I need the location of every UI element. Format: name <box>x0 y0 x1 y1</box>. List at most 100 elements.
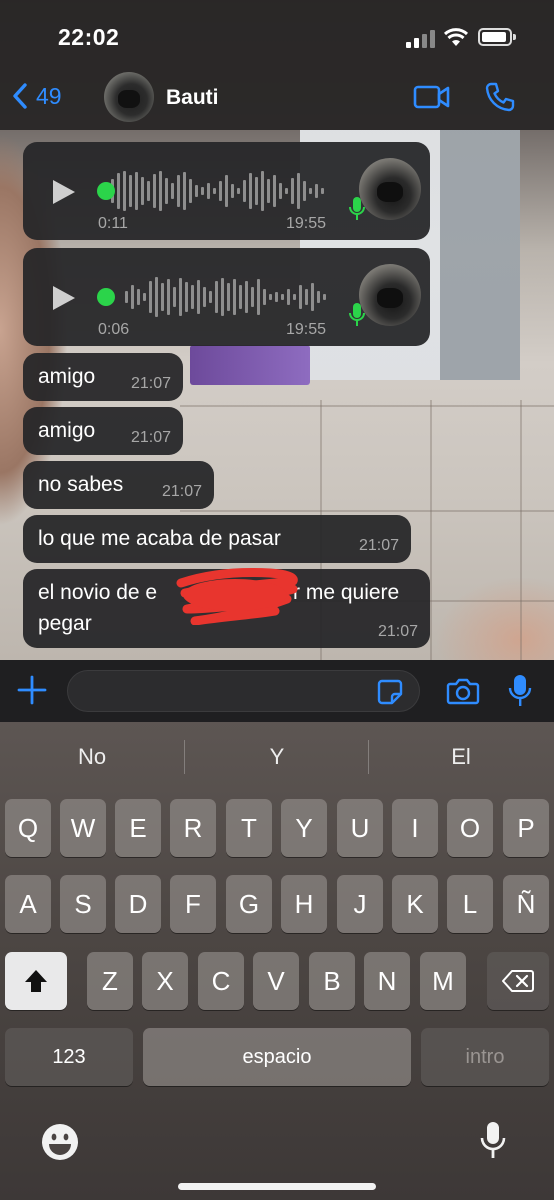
suggestion-3[interactable]: El <box>371 744 551 770</box>
message-text: el novio de e <box>38 581 158 604</box>
message-time: 21:07 <box>130 429 171 446</box>
key[interactable]: A <box>5 875 51 933</box>
voice-timestamp: 19:55 <box>286 215 327 232</box>
space-key[interactable]: espacio <box>143 1028 411 1086</box>
key[interactable]: M <box>420 952 466 1010</box>
voice-message[interactable]: 0:06 19:55 <box>23 248 430 346</box>
sticker-icon[interactable] <box>377 679 403 705</box>
chevron-left-icon <box>13 83 27 109</box>
message-bubble[interactable]: amigo 21:07 <box>23 353 183 401</box>
key[interactable]: J <box>337 875 383 933</box>
key[interactable]: W <box>60 799 106 857</box>
wallpaper-tile-line <box>430 400 432 660</box>
sender-avatar <box>359 158 421 220</box>
phone-call-icon[interactable] <box>484 81 516 113</box>
microphone-icon[interactable] <box>508 673 532 709</box>
key[interactable]: O <box>447 799 493 857</box>
message-time: 21:07 <box>358 537 399 554</box>
return-key[interactable]: intro <box>421 1028 549 1086</box>
key[interactable]: K <box>392 875 438 933</box>
key[interactable]: Q <box>5 799 51 857</box>
key[interactable]: Ñ <box>503 875 549 933</box>
message-time: 21:07 <box>161 483 202 500</box>
suggestion-2[interactable]: Y <box>187 744 367 770</box>
message-text: lo que me acaba de pasar <box>38 527 281 550</box>
message-text: pegar <box>38 612 92 635</box>
chat-header: 22:02 49 Bauti <box>0 0 554 130</box>
voice-duration: 0:11 <box>98 215 128 232</box>
key[interactable]: X <box>142 952 188 1010</box>
mic-icon <box>349 303 365 326</box>
message-text: r me quiere <box>293 581 400 604</box>
voice-duration: 0:06 <box>98 321 130 338</box>
message-time: 21:07 <box>377 623 418 640</box>
key[interactable]: P <box>503 799 549 857</box>
waveform <box>111 171 324 211</box>
contact-avatar[interactable] <box>104 72 154 122</box>
suggestion-divider <box>368 740 369 774</box>
keyboard: No Y El Q W E R T Y U I O P A S D F G H … <box>0 722 554 1200</box>
wallpaper-tile-line <box>180 405 554 407</box>
wallpaper-tile-line <box>520 400 522 660</box>
unread-count: 49 <box>36 82 62 109</box>
contact-name[interactable]: Bauti <box>166 86 219 110</box>
signal-icon <box>406 30 436 48</box>
key[interactable]: U <box>337 799 383 857</box>
message-text: amigo <box>38 365 96 388</box>
suggestion-divider <box>184 740 185 774</box>
key[interactable]: Z <box>87 952 133 1010</box>
status-bar: 22:02 <box>0 22 554 52</box>
key[interactable]: B <box>309 952 355 1010</box>
key[interactable]: D <box>115 875 161 933</box>
key[interactable]: I <box>392 799 438 857</box>
wifi-icon <box>443 28 469 46</box>
wallpaper-shadow <box>440 130 520 380</box>
message-text: amigo <box>38 419 96 442</box>
key[interactable]: L <box>447 875 493 933</box>
camera-icon[interactable] <box>446 677 480 705</box>
play-icon[interactable] <box>53 180 75 204</box>
backspace-key[interactable] <box>487 952 549 1010</box>
home-indicator <box>178 1183 376 1190</box>
key[interactable]: T <box>226 799 272 857</box>
backspace-icon <box>502 970 534 992</box>
nav-row: 49 Bauti <box>0 70 554 126</box>
shift-key[interactable] <box>5 952 67 1010</box>
message-time: 21:07 <box>130 375 171 392</box>
sender-avatar <box>359 264 421 326</box>
message-bubble[interactable]: amigo 21:07 <box>23 407 183 455</box>
battery-icon <box>478 28 516 46</box>
message-bubble[interactable]: lo que me acaba de pasar 21:07 <box>23 515 411 563</box>
key[interactable]: G <box>226 875 272 933</box>
dictation-icon[interactable] <box>480 1120 506 1162</box>
voice-message[interactable]: 0:11 19:55 <box>23 142 430 240</box>
numbers-key[interactable]: 123 <box>5 1028 133 1086</box>
wallpaper-tile-line <box>180 510 554 512</box>
compose-bar <box>0 660 554 722</box>
mic-icon <box>349 197 365 220</box>
key[interactable]: S <box>60 875 106 933</box>
play-icon[interactable] <box>53 286 75 310</box>
waveform <box>125 277 326 317</box>
key[interactable]: H <box>281 875 327 933</box>
key[interactable]: Y <box>281 799 327 857</box>
shift-icon <box>25 970 47 992</box>
plus-icon[interactable] <box>17 675 47 705</box>
redaction-scribble <box>176 568 298 625</box>
status-time: 22:02 <box>58 24 120 50</box>
message-bubble[interactable]: no sabes 21:07 <box>23 461 214 509</box>
playback-dot[interactable] <box>97 288 115 306</box>
suggestion-1[interactable]: No <box>2 744 182 770</box>
emoji-icon[interactable] <box>40 1122 80 1162</box>
back-button[interactable]: 49 <box>12 82 62 110</box>
key[interactable]: F <box>170 875 216 933</box>
key[interactable]: R <box>170 799 216 857</box>
key[interactable]: C <box>198 952 244 1010</box>
key[interactable]: E <box>115 799 161 857</box>
video-call-icon[interactable] <box>413 84 451 110</box>
playback-dot[interactable] <box>97 182 115 200</box>
key[interactable]: N <box>364 952 410 1010</box>
key[interactable]: V <box>253 952 299 1010</box>
wallpaper-box <box>190 345 310 385</box>
message-input[interactable] <box>67 670 420 712</box>
